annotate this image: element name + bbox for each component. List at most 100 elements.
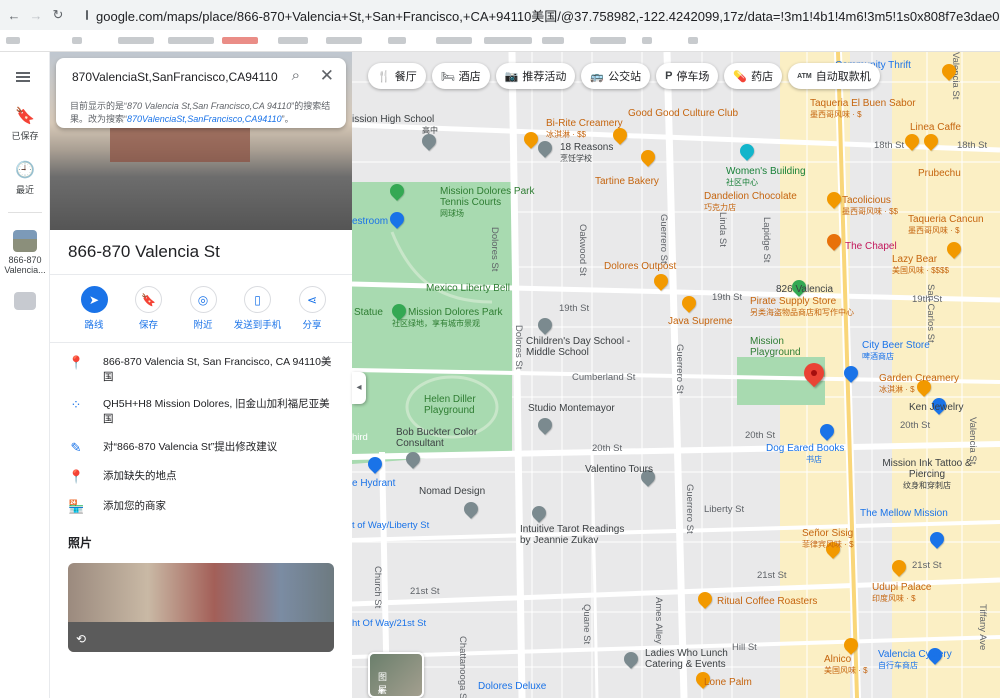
share-button[interactable]: ⋖ 分享 [286, 286, 338, 331]
poi-label[interactable]: Tacolicious 墨西哥风味 · $$ [842, 195, 898, 217]
poi-label[interactable]: Children's Day School - Middle School [526, 336, 636, 358]
menu-icon[interactable] [16, 72, 30, 82]
poi-label[interactable]: Mission Dolores Park 社区绿地，享有城市景观 [392, 307, 502, 329]
poi-label[interactable]: Valencia Cyclery 自行车商店 [878, 649, 952, 671]
poi-label[interactable]: Studio Montemayor [528, 403, 615, 414]
street-label: 18th St [874, 140, 905, 151]
poi-label[interactable]: Statue [354, 307, 383, 318]
collapse-panel-button[interactable]: ◂ [352, 372, 366, 404]
plus-code-text: QH5H+H8 Mission Dolores, 旧金山加利福尼亚美国 [103, 398, 330, 425]
bookmark-item[interactable] [6, 37, 20, 44]
poi-label[interactable]: Lazy Bear 美国风味 · $$$$ [892, 254, 949, 276]
bookmark-item[interactable] [72, 37, 82, 44]
street-label: Chattanooga St [457, 636, 468, 698]
poi-label[interactable]: estroom [352, 216, 388, 227]
saved-button[interactable]: 🔖 已保存 [0, 106, 50, 142]
bookmark-item[interactable] [168, 37, 214, 44]
chip-pharmacy[interactable]: 💊 药店 [724, 63, 783, 89]
bookmark-item[interactable] [326, 37, 362, 44]
poi-label[interactable]: ission High School 高中 [352, 114, 438, 136]
bookmark-item[interactable] [222, 37, 258, 44]
photo-thumbnail[interactable]: ⟲ [68, 563, 334, 652]
poi-label[interactable]: Bi-Rite Creamery 冰淇淋 · $$ [546, 118, 623, 140]
poi-label[interactable]: The Chapel [845, 241, 897, 252]
chip-things-to-do[interactable]: 📷 推荐活动 [495, 63, 576, 89]
chip-transit[interactable]: 🚌 公交站 [581, 63, 651, 89]
poi-label[interactable]: Taqueria El Buen Sabor 墨西哥风味 · $ [810, 98, 916, 120]
chip-parking[interactable]: P 停车场 [656, 63, 719, 89]
poi-label[interactable]: 18 Reasons 烹饪学校 [560, 142, 613, 164]
save-label: 保存 [138, 320, 158, 331]
directions-button[interactable]: ➤ 路线 [68, 286, 120, 331]
poi-label[interactable]: The Mellow Mission [860, 508, 948, 519]
recent-place-item-2[interactable] [0, 292, 50, 313]
poi-label[interactable]: Ken Jewelry [909, 402, 963, 413]
address-bar[interactable]: google.com/maps/place/866-870+Valencia+S… [80, 4, 1000, 26]
saved-label: 已保存 [11, 131, 39, 141]
poi-label[interactable]: Intuitive Tarot Readings by Jeannie Zuka… [520, 524, 630, 546]
search-instead-link[interactable]: 870ValenciaSt,SanFrancisco,CA94110 [127, 114, 282, 124]
poi-label[interactable]: Mexico Liberty Bell [426, 283, 510, 294]
poi-label[interactable]: Tartine Bakery [595, 176, 659, 187]
poi-label[interactable]: Alnico 美国风味 · $ [824, 654, 868, 676]
reload-icon[interactable]: ↻ [50, 7, 66, 23]
layers-button[interactable]: ◈ 图层 [368, 652, 424, 698]
poi-label[interactable]: Dolores Deluxe [478, 681, 546, 692]
map-canvas[interactable]: 18th St 18th St 19th St 19th St 19th St … [352, 52, 1000, 698]
street-label: 20th St [900, 420, 931, 431]
poi-label[interactable]: Mission Ink Tattoo & Piercing 纹身和穿刺店 [882, 458, 972, 491]
forward-icon[interactable]: → [28, 8, 44, 23]
pharmacy-icon: 💊 [733, 70, 748, 83]
bookmark-item[interactable] [484, 37, 532, 44]
poi-label[interactable]: Valentino Tours [585, 464, 653, 475]
search-icon[interactable]: ⌕ [292, 67, 300, 84]
poi-label[interactable]: Lone Palm [704, 677, 752, 688]
poi-label[interactable]: 826 Valencia [776, 284, 833, 295]
location-pin-icon: 📍 [68, 355, 85, 370]
recent-place-item[interactable]: 866-870 Valencia... [0, 230, 50, 275]
poi-label[interactable]: Java Supreme [668, 316, 732, 327]
poi-label[interactable]: Ritual Coffee Roasters [717, 596, 817, 607]
poi-label[interactable]: Ladies Who Lunch Catering & Events [645, 648, 735, 670]
poi-label[interactable]: Good Good Culture Club [628, 108, 738, 119]
poi-label[interactable]: Señor Sisig 菲律宾风味 · $ [802, 528, 854, 550]
save-button[interactable]: 🔖 保存 [123, 286, 175, 331]
bookmark-item[interactable] [642, 37, 652, 44]
bookmark-item[interactable] [436, 37, 472, 44]
poi-label[interactable]: Women's Building 社区中心 [726, 166, 806, 188]
poi-label[interactable]: Nomad Design [419, 486, 485, 497]
poi-label[interactable]: Udupi Palace 印度风味 · $ [872, 582, 931, 604]
bookmark-item[interactable] [278, 37, 308, 44]
poi-label[interactable]: Bob Buckter Color Consultant [396, 427, 486, 449]
bookmark-item[interactable] [542, 37, 564, 44]
recent-button[interactable]: 🕘 最近 [0, 160, 50, 196]
search-input[interactable]: 870ValenciaSt,SanFrancisco,CA94110 [72, 70, 278, 84]
maps-side-rail: 🔖 已保存 🕘 最近 866-870 Valencia... [0, 52, 50, 698]
close-icon[interactable]: ✕ [320, 66, 334, 86]
poi-label[interactable]: Helen Diller Playground [424, 394, 484, 416]
poi-label[interactable]: Dolores Outpost [604, 261, 676, 272]
back-icon[interactable]: ← [6, 8, 22, 23]
poi-label[interactable]: City Beer Store 啤酒商店 [862, 340, 930, 362]
street-view-icon: ⟲ [76, 632, 87, 646]
poi-label[interactable]: Linea Caffe [910, 122, 961, 133]
chip-restaurants[interactable]: 🍴 餐厅 [368, 63, 426, 89]
chip-hotels[interactable]: 🛏 酒店 [431, 63, 490, 89]
poi-label[interactable]: Pirate Supply Store 另类海盗物品商店和写作中心 [750, 296, 854, 318]
poi-label[interactable]: Taqueria Cancun 墨西哥风味 · $ [908, 214, 984, 236]
chip-atm[interactable]: ATM 自动取款机 [788, 63, 880, 89]
nearby-button[interactable]: ◎ 附近 [177, 286, 229, 331]
street-label: Linda St [717, 212, 728, 247]
bookmark-item[interactable] [688, 37, 698, 44]
poi-label[interactable]: Prubechu [918, 168, 961, 179]
poi-label[interactable]: e Hydrant [352, 478, 395, 489]
bookmark-item[interactable] [118, 37, 154, 44]
bookmark-item[interactable] [590, 37, 626, 44]
bookmark-item[interactable] [388, 37, 406, 44]
send-to-phone-button[interactable]: ▯ 发送到手机 [232, 286, 284, 331]
poi-label[interactable]: Dandelion Chocolate 巧克力店 [704, 191, 797, 213]
poi-label[interactable]: Mission Playground [750, 336, 830, 358]
poi-label[interactable]: Dog Eared Books 书店 [766, 443, 844, 465]
poi-label[interactable]: Mission Dolores Park Tennis Courts 网球场 [440, 186, 540, 219]
poi-label[interactable]: Garden Creamery 冰淇淋 · $ [879, 373, 959, 395]
